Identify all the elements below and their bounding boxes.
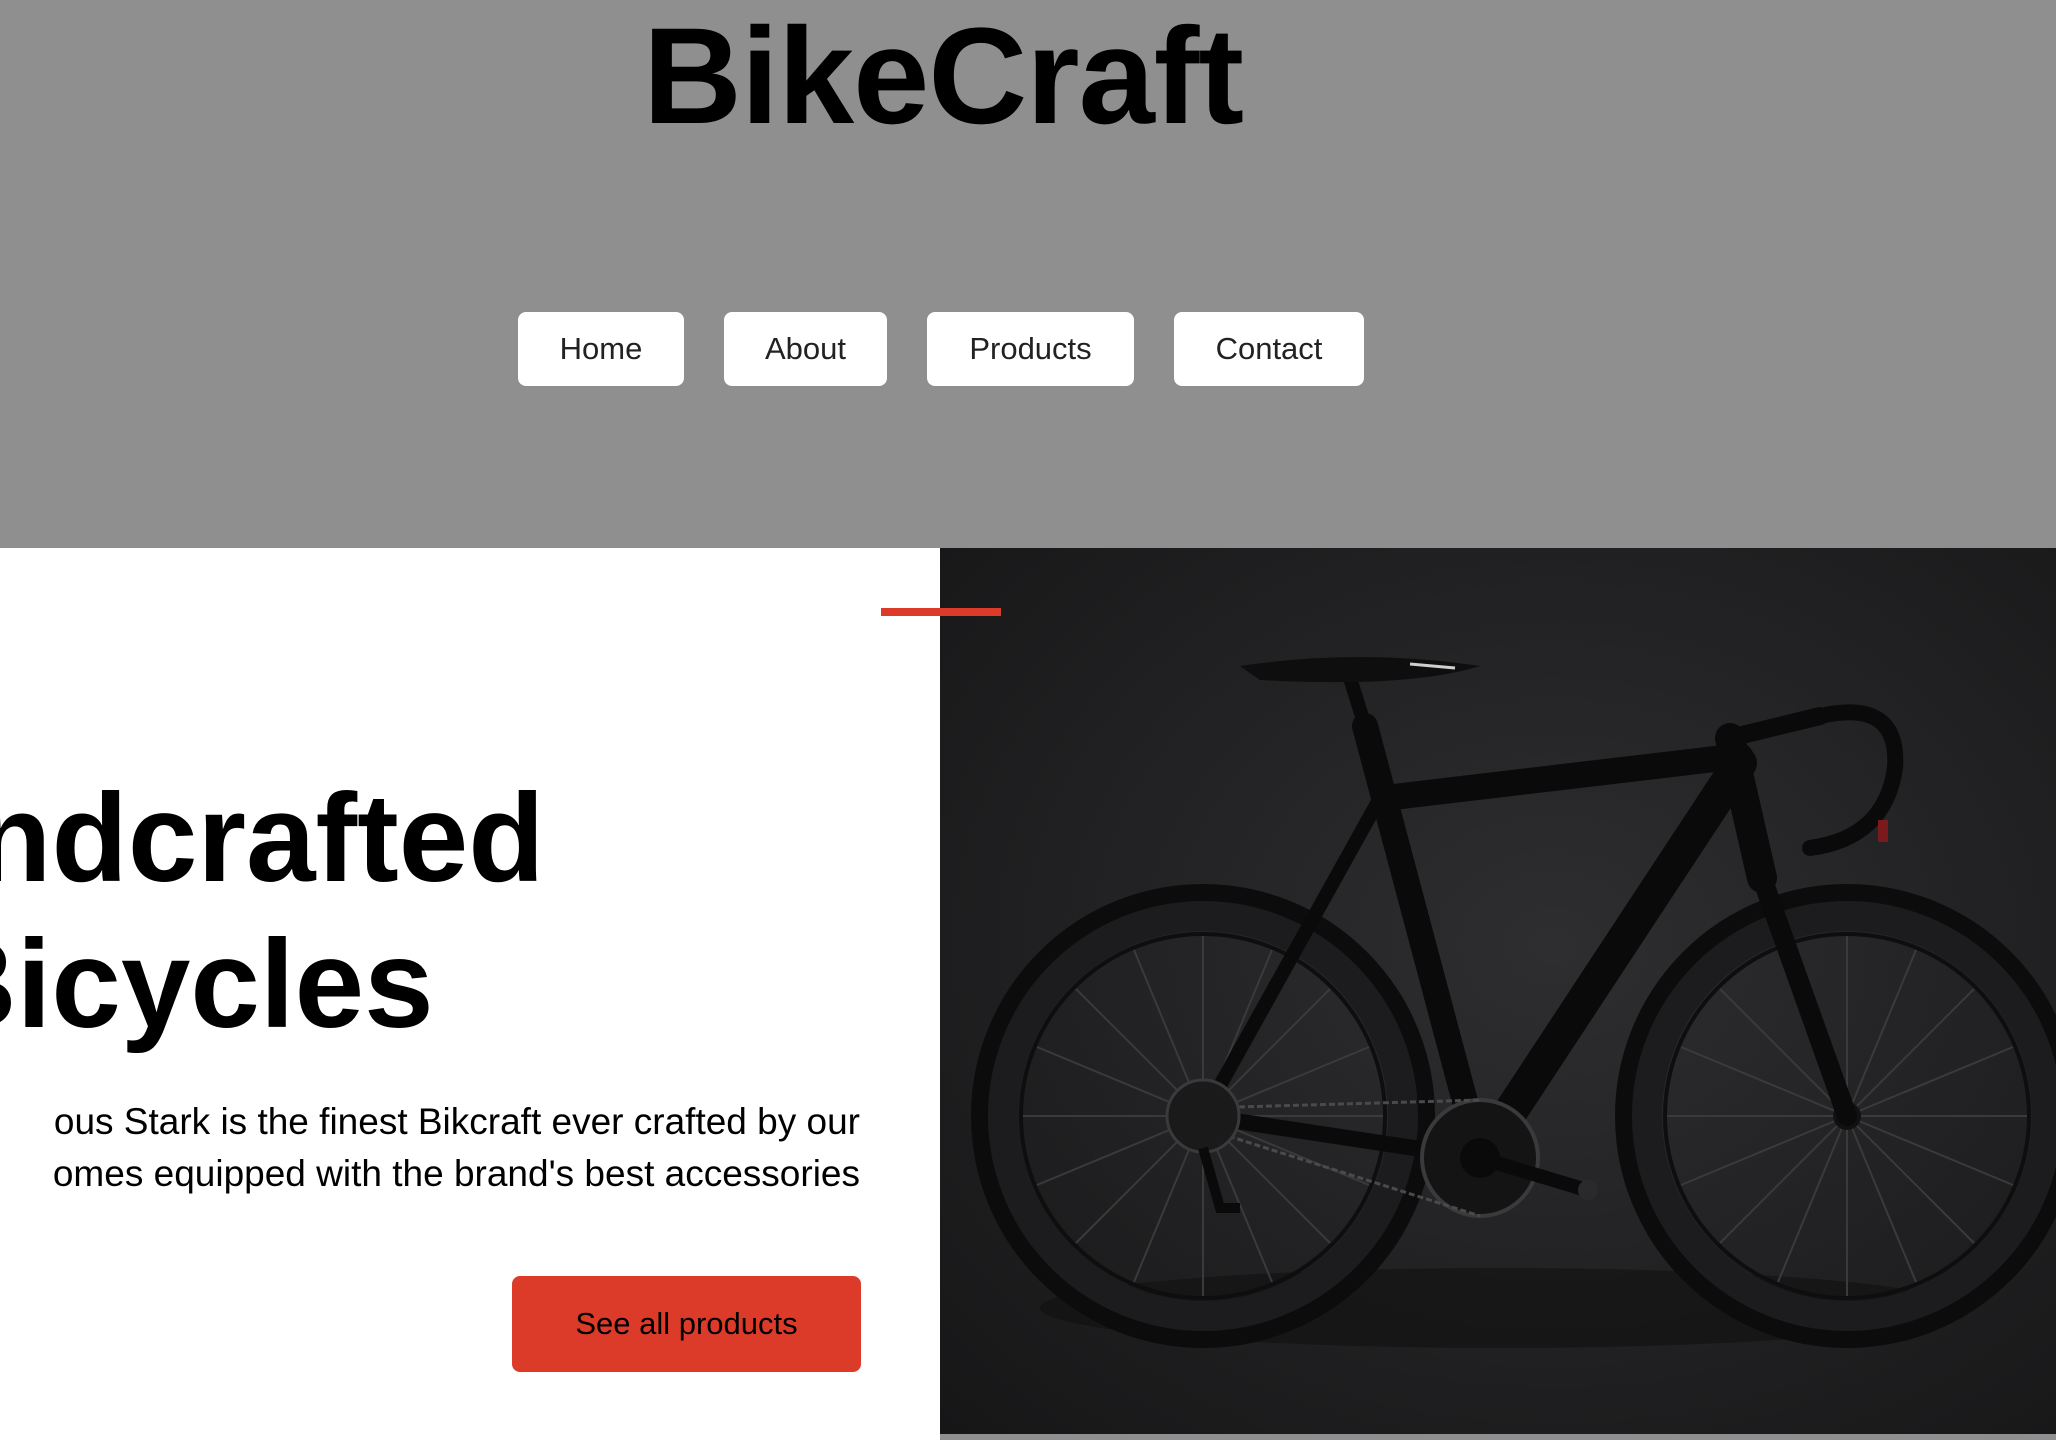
hero-description: ous Stark is the finest Bikcraft ever cr… bbox=[0, 1096, 860, 1200]
accent-divider bbox=[881, 608, 1001, 616]
hero-image bbox=[940, 548, 2056, 1434]
nav-home-button[interactable]: Home bbox=[518, 312, 684, 386]
hero-title: Handcrafted Bicycles bbox=[0, 766, 680, 1058]
page: BikeCraft Home About Products Contact Ha… bbox=[0, 0, 2056, 1440]
hero-title-line2: Bicycles bbox=[0, 915, 434, 1054]
hero-description-line2: omes equipped with the brand's best acce… bbox=[52, 1153, 860, 1194]
saddle bbox=[1240, 657, 1480, 683]
bicycle-image bbox=[971, 657, 2056, 1348]
nav-products-button[interactable]: Products bbox=[927, 312, 1134, 386]
nav-about-button[interactable]: About bbox=[724, 312, 887, 386]
hero-title-line1: Handcrafted bbox=[0, 769, 545, 908]
see-all-products-button[interactable]: See all products bbox=[512, 1276, 861, 1372]
site-header: BikeCraft Home About Products Contact bbox=[0, 0, 2056, 548]
hero-description-line1: ous Stark is the finest Bikcraft ever cr… bbox=[53, 1101, 860, 1142]
main-nav: Home About Products Contact bbox=[518, 312, 1364, 386]
nav-contact-button[interactable]: Contact bbox=[1174, 312, 1364, 386]
brand-logo[interactable]: BikeCraft bbox=[0, 2, 1886, 152]
hero-content: Handcrafted Bicycles ous Stark is the fi… bbox=[0, 548, 940, 1440]
hero-bottom-strip bbox=[940, 1434, 2056, 1440]
